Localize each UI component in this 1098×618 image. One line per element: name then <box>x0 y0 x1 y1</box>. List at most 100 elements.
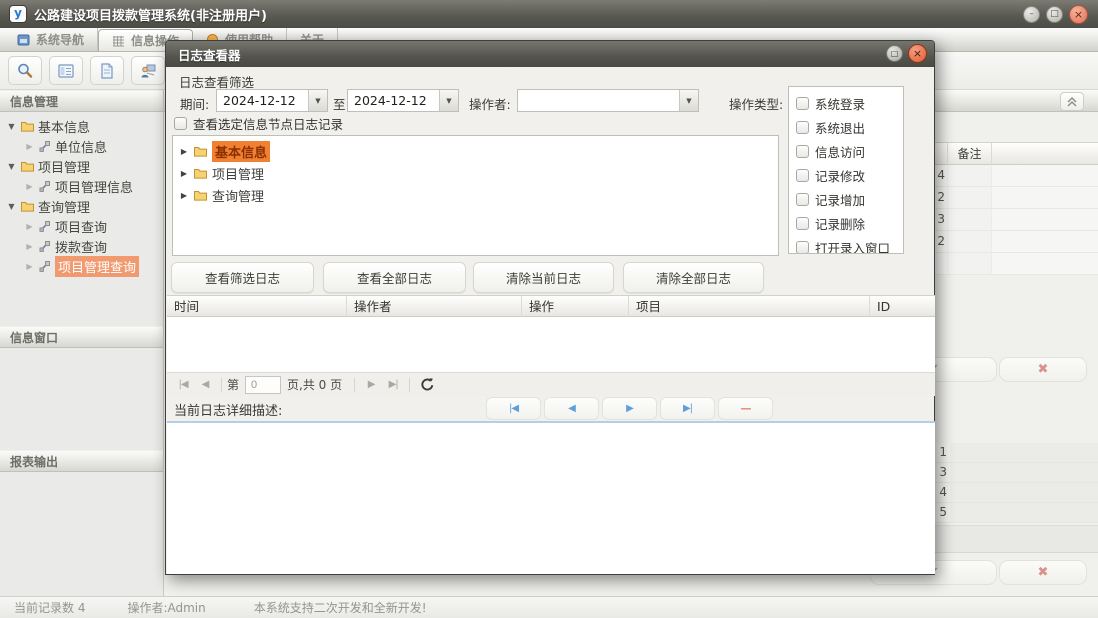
search-button[interactable] <box>8 56 42 85</box>
tree-label-selected[interactable]: 项目管理查询 <box>55 256 139 277</box>
collapse-icon[interactable]: ▶ <box>24 142 35 151</box>
user-log-button[interactable] <box>131 56 165 85</box>
chevron-down-icon[interactable]: ▼ <box>439 90 458 111</box>
status-operator: 操作者:Admin <box>127 599 205 616</box>
refresh-button[interactable] <box>415 375 439 395</box>
sidebar-section-info[interactable]: 信息管理 <box>0 90 163 112</box>
sidebar-item-project-query[interactable]: ▶ 项目查询 <box>0 216 163 236</box>
checkbox[interactable] <box>796 169 809 182</box>
tree-label[interactable]: 查询管理 <box>38 197 90 216</box>
tree-label[interactable]: 单位信息 <box>55 137 107 156</box>
expand-icon[interactable]: ▼ <box>6 162 17 171</box>
clear-current-logs-button[interactable]: 清除当前日志 <box>473 262 614 293</box>
sidebar-item-payment-query[interactable]: ▶ 拨款查询 <box>0 236 163 256</box>
expand-icon[interactable]: ▼ <box>6 202 17 211</box>
sidebar-section-report[interactable]: 报表输出 <box>0 450 163 472</box>
cancel-button[interactable]: ✖ <box>999 357 1087 382</box>
tree-label[interactable]: 项目管理信息 <box>55 177 133 196</box>
operator-combobox[interactable]: ▼ <box>517 89 699 112</box>
date-to-value[interactable]: 2024-12-12 <box>348 90 439 111</box>
checkbox[interactable] <box>796 217 809 230</box>
chevron-down-icon[interactable]: ▼ <box>679 90 698 111</box>
form-view-button[interactable] <box>49 56 83 85</box>
view-all-logs-button[interactable]: 查看全部日志 <box>323 262 466 293</box>
optype-item-logout[interactable]: 系统退出 <box>789 115 903 139</box>
node-filter-checkbox-row[interactable]: 查看选定信息节点日志记录 <box>174 114 343 133</box>
column-header-time[interactable]: 时间 <box>167 296 347 318</box>
optype-item-modify[interactable]: 记录修改 <box>789 163 903 187</box>
sidebar-item-project-mgmt-info[interactable]: ▶ 项目管理信息 <box>0 176 163 196</box>
date-from-picker[interactable]: 2024-12-12 ▼ <box>216 89 328 112</box>
log-table-body[interactable] <box>167 317 935 372</box>
collapse-panel-button[interactable] <box>1060 92 1084 111</box>
date-from-value[interactable]: 2024-12-12 <box>217 90 308 111</box>
tab-system-nav[interactable]: 系统导航 <box>4 28 98 51</box>
column-header-project[interactable]: 项目 <box>629 296 870 318</box>
collapse-icon[interactable]: ▶ <box>24 182 35 191</box>
collapse-icon[interactable]: ▶ <box>24 222 35 231</box>
optype-item-open-window[interactable]: 打开录入窗口 <box>789 235 903 254</box>
collapse-icon[interactable]: ▶ <box>24 242 35 251</box>
tree-label[interactable]: 查询管理 <box>212 186 264 205</box>
dialog-titlebar[interactable]: 日志查看器 <box>166 41 934 67</box>
dialog-tree-item-basic-info[interactable]: ▶ 基本信息 <box>173 140 778 162</box>
collapse-icon[interactable]: ▶ <box>179 169 189 178</box>
checkbox[interactable] <box>174 117 187 130</box>
operator-value[interactable] <box>518 90 679 111</box>
collapse-icon[interactable]: ▶ <box>179 147 189 156</box>
cancel-button[interactable]: ✖ <box>999 560 1087 585</box>
dialog-close-button[interactable]: × <box>908 44 927 63</box>
checkbox[interactable] <box>796 241 809 254</box>
prev-page-button[interactable]: ◀ <box>194 375 216 394</box>
column-header-operator[interactable]: 操作者 <box>347 296 522 318</box>
record-prev-button[interactable]: ◀ <box>544 397 599 420</box>
maximize-button[interactable]: □ <box>1046 6 1063 23</box>
expand-icon[interactable]: ▼ <box>6 122 17 131</box>
dialog-tree-item-project-mgmt[interactable]: ▶ 项目管理 <box>173 162 778 184</box>
view-filtered-logs-button[interactable]: 查看筛选日志 <box>171 262 314 293</box>
tree-label[interactable]: 项目查询 <box>55 217 107 236</box>
first-page-button[interactable]: |◀ <box>172 375 194 394</box>
sidebar-item-project-mgmt[interactable]: ▼ 项目管理 <box>0 156 163 176</box>
tree-label[interactable]: 项目管理 <box>38 157 90 176</box>
optype-item-label: 记录修改 <box>815 166 865 185</box>
optype-item-delete[interactable]: 记录删除 <box>789 211 903 235</box>
optype-item-add[interactable]: 记录增加 <box>789 187 903 211</box>
collapse-icon[interactable]: ▶ <box>24 262 35 271</box>
date-to-picker[interactable]: 2024-12-12 ▼ <box>347 89 459 112</box>
document-button[interactable] <box>90 56 124 85</box>
checkbox[interactable] <box>796 145 809 158</box>
record-delete-button[interactable]: — <box>718 397 773 420</box>
optype-item-login[interactable]: 系统登录 <box>789 91 903 115</box>
tree-label[interactable]: 拨款查询 <box>55 237 107 256</box>
collapse-icon[interactable]: ▶ <box>179 191 189 200</box>
minimize-button[interactable]: – <box>1023 6 1040 23</box>
sidebar-item-basic-info[interactable]: ▼ 基本信息 <box>0 116 163 136</box>
checkbox[interactable] <box>796 193 809 206</box>
sidebar-item-query-mgmt[interactable]: ▼ 查询管理 <box>0 196 163 216</box>
page-number-input[interactable] <box>245 376 281 394</box>
record-first-button[interactable]: |◀ <box>486 397 541 420</box>
checkbox[interactable] <box>796 121 809 134</box>
record-next-button[interactable]: ▶ <box>602 397 657 420</box>
tree-label[interactable]: 基本信息 <box>38 117 90 136</box>
sidebar-section-window[interactable]: 信息窗口 <box>0 326 163 348</box>
tree-label[interactable]: 项目管理 <box>212 164 264 183</box>
tree-label-selected[interactable]: 基本信息 <box>212 141 270 162</box>
dialog-maximize-button[interactable]: □ <box>886 45 903 62</box>
column-header-operation[interactable]: 操作 <box>522 296 629 318</box>
sidebar-item-project-mgmt-query[interactable]: ▶ 项目管理查询 <box>0 256 163 276</box>
next-page-button[interactable]: ▶ <box>360 375 382 394</box>
optype-item-access[interactable]: 信息访问 <box>789 139 903 163</box>
dialog-tree-item-query-mgmt[interactable]: ▶ 查询管理 <box>173 184 778 206</box>
checkbox[interactable] <box>796 97 809 110</box>
detail-description-textarea[interactable] <box>167 421 935 574</box>
clear-all-logs-button[interactable]: 清除全部日志 <box>623 262 764 293</box>
dialog-title: 日志查看器 <box>178 45 241 64</box>
last-page-button[interactable]: ▶| <box>382 375 404 394</box>
chevron-down-icon[interactable]: ▼ <box>308 90 327 111</box>
record-last-button[interactable]: ▶| <box>660 397 715 420</box>
column-header-id[interactable]: ID <box>870 296 934 318</box>
close-button[interactable]: × <box>1069 5 1088 24</box>
sidebar-item-unit-info[interactable]: ▶ 单位信息 <box>0 136 163 156</box>
